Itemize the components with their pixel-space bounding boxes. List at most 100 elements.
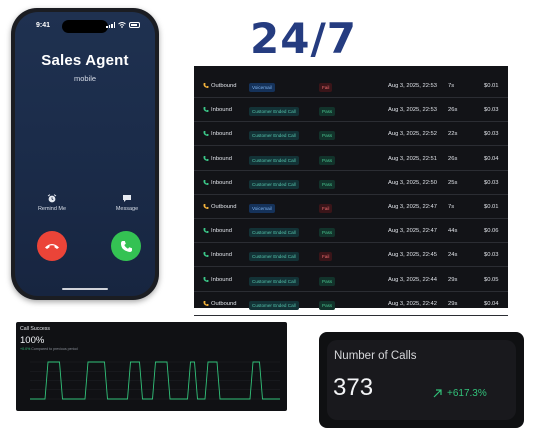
status-time: 9:41: [36, 22, 51, 29]
call-duration: 29s: [448, 300, 458, 307]
call-duration: 29s: [448, 276, 458, 283]
phone-mockup: 9:41 Sales Agent mobile Remind Me Messag…: [11, 8, 159, 300]
battery-icon: [129, 22, 140, 28]
status-badge: Fail: [319, 83, 333, 92]
call-timestamp: Aug 3, 2025, 22:51: [388, 155, 437, 162]
remind-me-label: Remind Me: [37, 206, 67, 212]
call-timestamp: Aug 3, 2025, 22:44: [388, 276, 437, 283]
ended-reason-badge: Customer Ended Call: [249, 252, 299, 262]
call-log-table: Outbound Voicemail Fail Aug 3, 2025, 22:53 7…: [194, 66, 508, 316]
call-log-row[interactable]: Inbound Customer Ended Call Fail Aug 3, 202…: [194, 243, 508, 268]
call-direction: Outbound: [211, 300, 237, 307]
ended-reason-badge: Voicemail: [249, 204, 275, 213]
call-success-chart: [30, 361, 280, 400]
call-timestamp: Aug 3, 2025, 22:53: [388, 83, 437, 89]
call-log-row[interactable]: Outbound Voicemail Fail Aug 3, 2025, 22:53 7…: [194, 74, 508, 98]
call-log-row[interactable]: Inbound Customer Ended Call Pass Aug 3, 202…: [194, 98, 508, 123]
availability-heading: 24/7: [250, 14, 358, 63]
status-badge: Pass: [319, 179, 336, 189]
call-log-row[interactable]: Inbound Customer Ended Call Pass Aug 3, 202…: [194, 268, 508, 292]
remind-me-button[interactable]: Remind Me: [32, 194, 72, 212]
call-timestamp: Aug 3, 2025, 22:42: [388, 300, 437, 307]
inbound-call-icon: [203, 130, 209, 137]
inbound-call-icon: [203, 106, 209, 113]
call-direction: Inbound: [211, 179, 232, 186]
call-timestamp: Aug 3, 2025, 22:45: [388, 252, 437, 259]
call-direction: Outbound: [211, 83, 237, 89]
call-cost: $0.01: [484, 204, 499, 210]
call-cost: $0.01: [484, 83, 499, 89]
call-duration: 26s: [448, 155, 458, 162]
call-direction: Inbound: [211, 276, 232, 283]
call-timestamp: Aug 3, 2025, 22:52: [388, 131, 437, 138]
call-cost: $0.04: [484, 155, 499, 162]
call-log-row[interactable]: Outbound Customer Ended Call Pass Aug 3, 20…: [194, 292, 508, 316]
status-badge: Pass: [319, 228, 336, 238]
outbound-call-icon: [203, 203, 209, 210]
outbound-call-icon: [203, 300, 209, 307]
ended-reason-badge: Customer Ended Call: [249, 300, 299, 310]
status-badge: Fail: [319, 204, 333, 213]
home-indicator: [62, 288, 108, 290]
call-cost: $0.04: [484, 300, 499, 307]
call-log-row[interactable]: Outbound Voicemail Fail Aug 3, 2025, 22:47 7…: [194, 195, 508, 219]
call-timestamp: Aug 3, 2025, 22:47: [388, 204, 437, 210]
call-timestamp: Aug 3, 2025, 22:50: [388, 179, 437, 186]
phone-icon: [120, 240, 132, 252]
call-cost: $0.03: [484, 131, 499, 138]
inbound-call-icon: [203, 179, 209, 186]
message-button[interactable]: Message: [107, 194, 147, 212]
call-timestamp: Aug 3, 2025, 22:53: [388, 107, 437, 114]
call-cost: $0.03: [484, 179, 499, 186]
inbound-call-icon: [203, 276, 209, 283]
caller-name: Sales Agent: [41, 52, 129, 69]
inbound-call-icon: [203, 155, 209, 162]
call-cost: $0.03: [484, 107, 499, 114]
inbound-call-icon: [203, 227, 209, 234]
call-direction: Outbound: [211, 204, 237, 210]
decline-call-button[interactable]: [37, 231, 67, 261]
call-timestamp: Aug 3, 2025, 22:47: [388, 228, 437, 235]
call-cost: $0.03: [484, 252, 499, 259]
call-success-card: Call Success 100% +0.0% Compared to prev…: [16, 322, 287, 411]
call-duration: 25s: [448, 179, 458, 186]
message-bubble-icon: [123, 195, 131, 202]
call-direction: Inbound: [211, 228, 232, 235]
number-of-calls-card: Number of Calls 373 +617.3%: [319, 332, 524, 428]
accept-call-button[interactable]: [111, 231, 141, 261]
number-of-calls-change: +617.3%: [433, 388, 487, 399]
trend-up-arrow-icon: [433, 389, 442, 398]
hang-up-icon: [45, 244, 59, 249]
outbound-call-icon: [203, 82, 209, 89]
status-badge: Fail: [319, 252, 333, 262]
call-duration: 7s: [448, 83, 455, 89]
call-duration: 7s: [448, 204, 455, 210]
ended-reason-badge: Customer Ended Call: [249, 228, 299, 238]
number-of-calls-change-value: +617.3%: [447, 388, 487, 399]
call-log-row[interactable]: Inbound Customer Ended Call Pass Aug 3, 202…: [194, 147, 508, 171]
call-log-row[interactable]: Inbound Customer Ended Call Pass Aug 3, 202…: [194, 122, 508, 147]
call-cost: $0.05: [484, 276, 499, 283]
inbound-call-icon: [203, 251, 209, 258]
call-direction: Inbound: [211, 131, 232, 138]
call-direction: Inbound: [211, 155, 232, 162]
incoming-call-screen: 9:41 Sales Agent mobile Remind Me Messag…: [15, 12, 155, 296]
call-cost: $0.06: [484, 228, 499, 235]
call-log-row[interactable]: Inbound Customer Ended Call Pass Aug 3, 202…: [194, 219, 508, 244]
page: 9:41 Sales Agent mobile Remind Me Messag…: [0, 0, 550, 440]
status-badge: Pass: [319, 155, 336, 165]
call-duration: 22s: [448, 131, 458, 138]
dynamic-island: [62, 20, 108, 33]
caller-subtitle: mobile: [73, 74, 97, 83]
ended-reason-badge: Customer Ended Call: [249, 131, 299, 141]
call-direction: Inbound: [211, 107, 232, 114]
ended-reason-badge: Customer Ended Call: [249, 107, 299, 117]
status-badge: Pass: [319, 300, 336, 310]
status-badge: Pass: [319, 107, 336, 117]
number-of-calls-label: Number of Calls: [334, 350, 417, 362]
status-badge: Pass: [319, 131, 336, 141]
ended-reason-badge: Voicemail: [249, 83, 275, 92]
status-bar: 9:41: [15, 20, 155, 33]
call-duration: 44s: [448, 228, 458, 235]
call-log-row[interactable]: Inbound Customer Ended Call Pass Aug 3, 202…: [194, 171, 508, 195]
